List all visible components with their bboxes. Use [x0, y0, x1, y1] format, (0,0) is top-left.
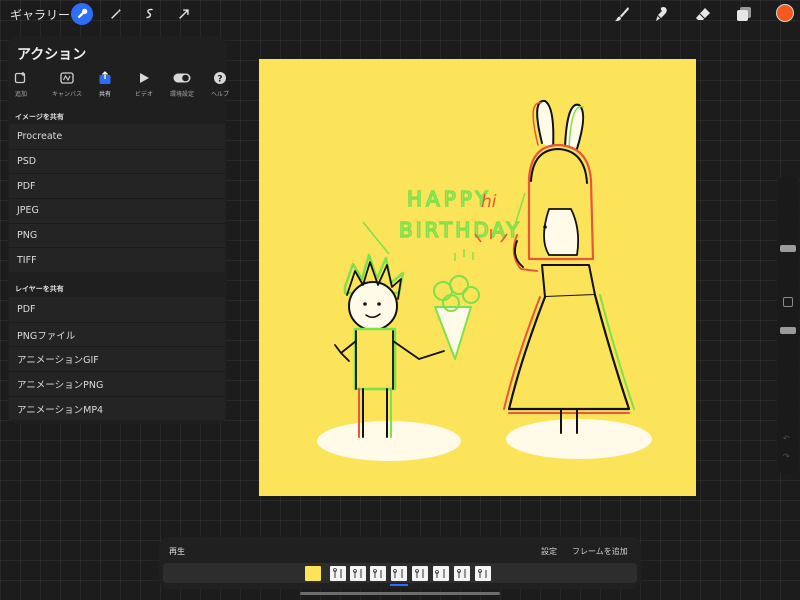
frame-thumbnail[interactable] — [350, 566, 366, 581]
list-item[interactable]: JPEG — [9, 198, 225, 223]
add-frame-button[interactable]: フレームを追加 — [572, 546, 628, 557]
animation-timeline: 再生 設定 フレームを追加 — [159, 537, 641, 589]
brush-size-slider[interactable] — [780, 245, 796, 252]
ground-shadow-right — [506, 419, 652, 459]
current-frame-indicator — [390, 584, 408, 586]
frame-thumbnail[interactable] — [391, 566, 407, 581]
tab-canvas[interactable]: キャンバス — [47, 70, 87, 98]
add-image-icon — [1, 70, 41, 86]
share-icon — [85, 70, 125, 86]
image-share-list: Procreate PSD PDF JPEG PNG TIFF — [9, 124, 225, 273]
frame-thumbnail[interactable] — [412, 566, 428, 581]
list-item[interactable]: Procreate — [9, 124, 225, 149]
frame-thumbnail[interactable] — [433, 566, 449, 581]
svg-text:?: ? — [217, 74, 222, 84]
tab-label: 共有 — [98, 91, 111, 98]
wrench-icon[interactable] — [71, 3, 93, 25]
color-picker[interactable] — [776, 4, 794, 22]
selection-icon[interactable] — [139, 3, 161, 25]
play-icon — [124, 70, 164, 86]
list-item[interactable]: アニメーションGIF — [9, 346, 225, 372]
home-indicator — [300, 592, 500, 595]
sketch-line — [362, 221, 390, 255]
layers-icon[interactable] — [733, 3, 755, 25]
tab-label: キャンバス — [51, 91, 82, 98]
layer-share-list: PDF PNGファイル アニメーションGIF アニメーションPNG アニメーショ… — [9, 297, 225, 421]
happy-text: HAPPY — [407, 187, 492, 211]
eraser-icon[interactable] — [692, 3, 714, 25]
frame-strip — [163, 563, 637, 583]
girl-figure — [503, 99, 635, 434]
actions-panel: アクション 追加 キャンバス 共有 ビデオ 環境設定 ? ヘルプ イメージを共有… — [8, 36, 229, 424]
list-item[interactable]: アニメーションMP4 — [9, 395, 225, 421]
list-item[interactable]: PSD — [9, 148, 225, 174]
top-toolbar: ギャラリー — [0, 0, 800, 28]
tab-video[interactable]: ビデオ — [124, 70, 164, 98]
list-item[interactable]: PNGファイル — [9, 321, 225, 347]
drawing-canvas[interactable]: HAPPY BIRTHDAY hi — [259, 59, 696, 496]
tab-label: ビデオ — [134, 91, 153, 98]
tab-label: 環境設定 — [169, 91, 194, 98]
gallery-button[interactable]: ギャラリー — [10, 6, 70, 23]
tab-add[interactable]: 追加 — [1, 70, 41, 98]
flower-sparkle — [454, 249, 474, 261]
tab-help[interactable]: ? ヘルプ — [200, 70, 240, 98]
smudge-icon[interactable] — [651, 3, 673, 25]
canvas-icon — [47, 70, 87, 86]
tab-share[interactable]: 共有 — [85, 70, 125, 98]
list-item[interactable]: TIFF — [9, 247, 225, 273]
boy-figure — [334, 253, 445, 438]
layer-share-heading: レイヤーを共有 — [15, 285, 64, 293]
actions-tabs: 追加 キャンバス 共有 ビデオ 環境設定 ? ヘルプ — [8, 70, 229, 106]
image-share-heading: イメージを共有 — [15, 113, 64, 121]
timeline-settings-button[interactable]: 設定 — [541, 546, 557, 557]
list-item[interactable]: アニメーションPNG — [9, 371, 225, 396]
frame-thumbnail[interactable] — [370, 566, 386, 581]
panel-title: アクション — [17, 47, 87, 63]
modify-button[interactable] — [783, 297, 793, 307]
ground-shadow-left — [317, 421, 461, 461]
brush-icon[interactable] — [611, 3, 633, 25]
frame-thumbnail[interactable] — [330, 566, 346, 581]
frame-thumbnail[interactable] — [475, 566, 491, 581]
tab-preferences[interactable]: 環境設定 — [162, 70, 202, 98]
birthday-illustration: HAPPY BIRTHDAY hi — [317, 99, 652, 461]
frame-thumbnail[interactable] — [454, 566, 470, 581]
list-item[interactable]: PDF — [9, 297, 225, 322]
list-item[interactable]: PDF — [9, 173, 225, 199]
list-item[interactable]: PNG — [9, 222, 225, 248]
magic-wand-icon[interactable] — [105, 3, 127, 25]
transform-arrow-icon[interactable] — [173, 3, 195, 25]
tab-label: 追加 — [14, 91, 27, 98]
toggle-icon — [162, 70, 202, 86]
undo-icon[interactable]: ↶ — [783, 434, 790, 443]
frame-thumbnail[interactable] — [305, 566, 321, 581]
help-icon: ? — [200, 70, 240, 86]
play-button[interactable]: 再生 — [169, 546, 185, 557]
brush-opacity-slider[interactable] — [780, 327, 796, 334]
brush-slider-bar: ↶ ↷ — [777, 176, 799, 474]
redo-icon[interactable]: ↷ — [783, 452, 790, 461]
flower-bouquet — [433, 275, 480, 360]
tab-label: ヘルプ — [210, 91, 229, 98]
hi-text: hi — [481, 192, 497, 212]
